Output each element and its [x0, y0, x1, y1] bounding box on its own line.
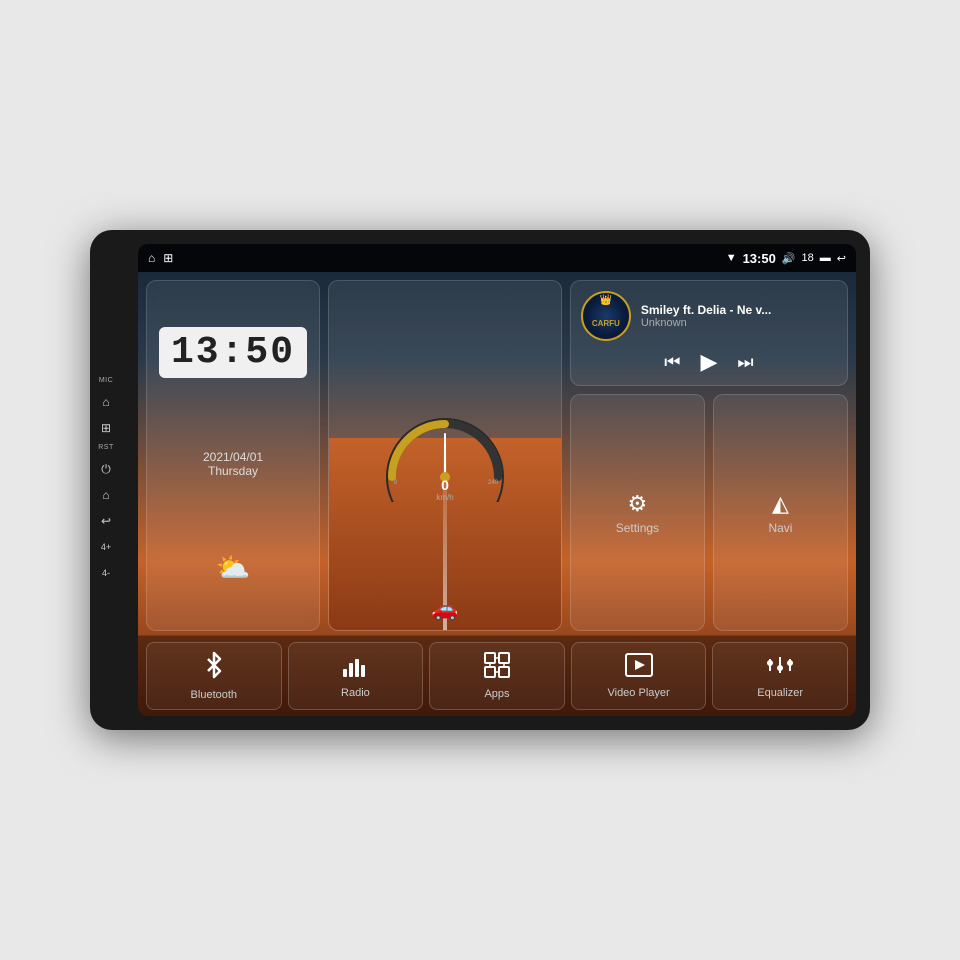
apps-label: Apps: [484, 688, 509, 700]
svg-text:0: 0: [441, 477, 449, 493]
weather-icon: ⛅: [216, 551, 251, 584]
settings-label: Settings: [616, 521, 659, 535]
bluetooth-button[interactable]: Bluetooth: [146, 642, 282, 710]
volume-level: 18: [802, 252, 814, 264]
video-player-label: Video Player: [607, 687, 669, 699]
music-logo: 👑 CARFU: [581, 291, 631, 341]
home-side-button[interactable]: ⌂: [96, 392, 116, 412]
music-title: Smiley ft. Delia - Ne v...: [641, 303, 837, 317]
settings-icon: ⚙: [628, 491, 648, 517]
radio-button[interactable]: Radio: [288, 642, 424, 710]
speedometer-svg: 0 km/h 0 240: [380, 412, 510, 502]
video-player-button[interactable]: Video Player: [571, 642, 707, 710]
back-side-button[interactable]: ↩: [96, 511, 116, 531]
apps-button[interactable]: Apps: [429, 642, 565, 710]
music-widget: 👑 CARFU Smiley ft. Delia - Ne v... Unkno…: [570, 280, 848, 386]
apps-icon: [484, 652, 510, 684]
equalizer-icon: [766, 653, 794, 683]
svg-text:240: 240: [488, 480, 499, 486]
apps-status-icon[interactable]: ⊞: [163, 251, 173, 265]
right-panel: 👑 CARFU Smiley ft. Delia - Ne v... Unkno…: [570, 280, 848, 631]
home2-side-button[interactable]: ⌂: [96, 485, 116, 505]
video-player-icon: [625, 653, 653, 683]
rst-label: RST: [98, 444, 114, 451]
gauge-container: 0 km/h 0 240: [380, 412, 510, 507]
music-artist: Unknown: [641, 317, 837, 329]
navi-icon: ◭: [772, 491, 789, 517]
top-panels: 13:50 2021/04/01 Thursday ⛅ 🚗: [138, 272, 856, 635]
back-status-icon[interactable]: ↩: [837, 252, 846, 265]
music-controls: ⏮ ▶ ⏭: [581, 349, 837, 375]
status-bar: ⌂ ⊞ ▼ 13:50 🔊 18 ▬ ↩: [138, 244, 856, 272]
radio-icon: [341, 653, 369, 683]
music-top: 👑 CARFU Smiley ft. Delia - Ne v... Unkno…: [581, 291, 837, 341]
equalizer-label: Equalizer: [757, 687, 803, 699]
apps-side-button[interactable]: ⊞: [96, 418, 116, 438]
status-time: 13:50: [743, 251, 776, 266]
home-status-icon[interactable]: ⌂: [148, 251, 155, 265]
logo-text: CARFU: [592, 319, 620, 328]
side-button-panel: MIC ⌂ ⊞ RST ⏻ ⌂ ↩ 4+ 4-: [90, 377, 122, 583]
navi-button[interactable]: ◭ Navi: [713, 394, 848, 631]
bottom-app-bar: Bluetooth Radio: [138, 635, 856, 716]
svg-text:0: 0: [394, 480, 398, 486]
vol-down-button[interactable]: 4-: [96, 563, 116, 583]
clock-display: 13:50: [159, 327, 307, 378]
next-button[interactable]: ⏭: [737, 352, 753, 373]
wifi-icon: ▼: [726, 252, 737, 264]
navi-label: Navi: [768, 521, 792, 535]
settings-button[interactable]: ⚙ Settings: [570, 394, 705, 631]
vol-up-button[interactable]: 4+: [96, 537, 116, 557]
speedometer-widget: 🚗: [328, 280, 562, 631]
clock-widget: 13:50 2021/04/01 Thursday ⛅: [146, 280, 320, 631]
power-side-button[interactable]: ⏻: [96, 459, 116, 479]
equalizer-button[interactable]: Equalizer: [712, 642, 848, 710]
radio-label: Radio: [341, 687, 370, 699]
window-icon: ▬: [820, 252, 831, 264]
prev-button[interactable]: ⏮: [664, 352, 680, 373]
clock-date: 2021/04/01 Thursday: [203, 450, 263, 478]
bluetooth-icon: [202, 651, 226, 685]
car-head-unit: MIC ⌂ ⊞ RST ⏻ ⌂ ↩ 4+ 4- ⌂ ⊞ ▼ 13:50 🔊 18…: [90, 230, 870, 730]
mic-label: MIC: [99, 377, 113, 384]
main-content: 13:50 2021/04/01 Thursday ⛅ 🚗: [138, 272, 856, 716]
crown-icon: 👑: [600, 295, 612, 306]
play-button[interactable]: ▶: [700, 349, 717, 375]
car-icon: 🚗: [431, 596, 458, 622]
settings-navi-row: ⚙ Settings ◭ Navi: [570, 394, 848, 631]
svg-text:km/h: km/h: [436, 493, 453, 502]
screen: ⌂ ⊞ ▼ 13:50 🔊 18 ▬ ↩ 13:50 2021/04/01: [138, 244, 856, 716]
volume-icon: 🔊: [782, 252, 796, 265]
bluetooth-label: Bluetooth: [191, 689, 237, 701]
music-info: Smiley ft. Delia - Ne v... Unknown: [641, 303, 837, 329]
